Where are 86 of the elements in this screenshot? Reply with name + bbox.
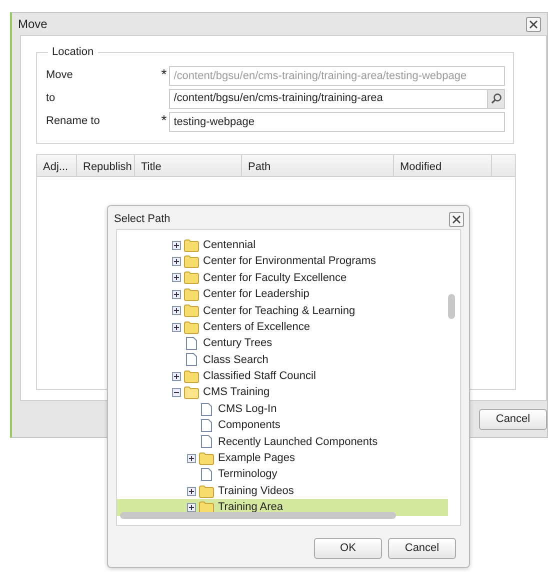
item-label: Recently Launched Components <box>218 434 378 450</box>
item-label: Center for Leadership <box>203 287 310 302</box>
close-button[interactable] <box>449 212 464 227</box>
close-icon <box>529 20 538 28</box>
ok-button[interactable]: OK <box>314 538 382 559</box>
folder-icon <box>184 271 199 284</box>
scrollbar-thumb[interactable] <box>120 512 396 519</box>
item-label: Example Pages <box>218 451 296 466</box>
field-label: Rename to <box>46 114 101 130</box>
tree-item[interactable]: Center for Leadership <box>117 286 448 303</box>
folder-icon <box>199 452 214 465</box>
path-field[interactable]: /content/bgsu/en/cms-training/training-area <box>168 88 487 108</box>
item-label: Class Search <box>203 352 268 368</box>
expand-icon[interactable] <box>172 257 181 266</box>
item-label: Century Trees <box>203 336 272 352</box>
column-header[interactable]: Path <box>242 155 394 176</box>
search-button[interactable] <box>487 88 505 108</box>
page-icon <box>199 418 214 432</box>
folder-icon <box>184 304 199 318</box>
tree-item[interactable]: Century Trees <box>117 335 448 352</box>
dialog-title: Move <box>18 16 48 33</box>
folder-icon <box>184 238 199 252</box>
item-label: Center for Faculty Excellence <box>203 270 347 286</box>
tree-item[interactable]: Centers of Excellence <box>117 318 448 336</box>
search-icon <box>490 93 502 104</box>
item-label: Centers of Excellence <box>203 320 310 335</box>
tree-item[interactable]: Recently Launched Components <box>117 434 448 450</box>
group-legend: Location <box>48 47 98 58</box>
column-header[interactable]: Title <box>135 155 242 176</box>
tree-item[interactable]: Center for Environmental Programs <box>117 253 448 270</box>
item-label: Center for Environmental Programs <box>203 254 376 270</box>
expand-icon[interactable] <box>172 306 181 316</box>
page-icon <box>184 337 199 350</box>
page-icon <box>199 435 214 448</box>
cancel-button[interactable]: Cancel <box>388 538 456 559</box>
column-header[interactable]: Modified <box>394 155 492 176</box>
expand-icon[interactable] <box>172 273 181 282</box>
required-asterisk: * <box>160 67 168 81</box>
item-label: Centennial <box>203 238 256 253</box>
expand-icon[interactable] <box>187 486 196 496</box>
expand-icon[interactable] <box>172 372 181 381</box>
close-icon <box>452 215 461 224</box>
folder-icon <box>184 386 199 400</box>
item-label: Center for Teaching & Learning <box>203 304 356 319</box>
tree-item[interactable]: Terminology <box>117 466 448 483</box>
item-label: CMS Training <box>203 385 270 400</box>
tree-item[interactable]: CMS Training <box>117 384 448 401</box>
tree-item[interactable]: Centennial <box>117 237 448 254</box>
folder-icon <box>184 288 199 301</box>
expand-icon[interactable] <box>187 454 196 463</box>
tree-item[interactable]: Center for Teaching & Learning <box>117 302 448 319</box>
tree-item[interactable]: CMS Log-In <box>117 400 448 418</box>
column-header[interactable]: Adj... <box>37 155 77 176</box>
item-label: Terminology <box>218 467 278 482</box>
item-label: Training Area <box>218 500 284 516</box>
tree-item[interactable]: Training Videos <box>117 482 448 500</box>
tree-item[interactable]: Components <box>117 417 448 434</box>
folder-icon <box>184 370 199 383</box>
folder-icon <box>184 320 199 334</box>
required-asterisk: * <box>160 113 168 127</box>
cancel-button[interactable]: Cancel <box>479 409 547 430</box>
column-header[interactable]: Republish <box>77 155 135 176</box>
tree-item[interactable]: Example Pages <box>117 450 448 466</box>
item-label: Classified Staff Council <box>203 369 316 384</box>
page-icon <box>184 353 199 366</box>
collapse-icon[interactable] <box>172 388 181 398</box>
close-button[interactable] <box>526 16 541 32</box>
page-icon <box>199 468 214 482</box>
item-label: Components <box>218 418 280 434</box>
input-field[interactable]: testing-webpage <box>168 112 505 132</box>
expand-icon[interactable] <box>172 240 181 250</box>
item-label: Training Videos <box>218 484 294 499</box>
field-label: to <box>46 91 56 106</box>
tree-item[interactable]: Class Search <box>117 352 448 368</box>
field-label: Move <box>46 68 74 84</box>
expand-icon[interactable] <box>187 502 196 512</box>
expand-icon[interactable] <box>172 290 181 299</box>
folder-icon <box>184 255 199 268</box>
tree-item[interactable]: Classified Staff Council <box>117 368 448 385</box>
scrollbar-thumb[interactable] <box>448 294 455 319</box>
item-label: CMS Log-In <box>218 402 277 417</box>
folder-icon <box>199 500 214 514</box>
tree-item[interactable]: Center for Faculty Excellence <box>117 270 448 286</box>
folder-icon <box>199 484 214 498</box>
dialog-title: Select Path <box>114 212 170 228</box>
expand-icon[interactable] <box>172 322 181 332</box>
